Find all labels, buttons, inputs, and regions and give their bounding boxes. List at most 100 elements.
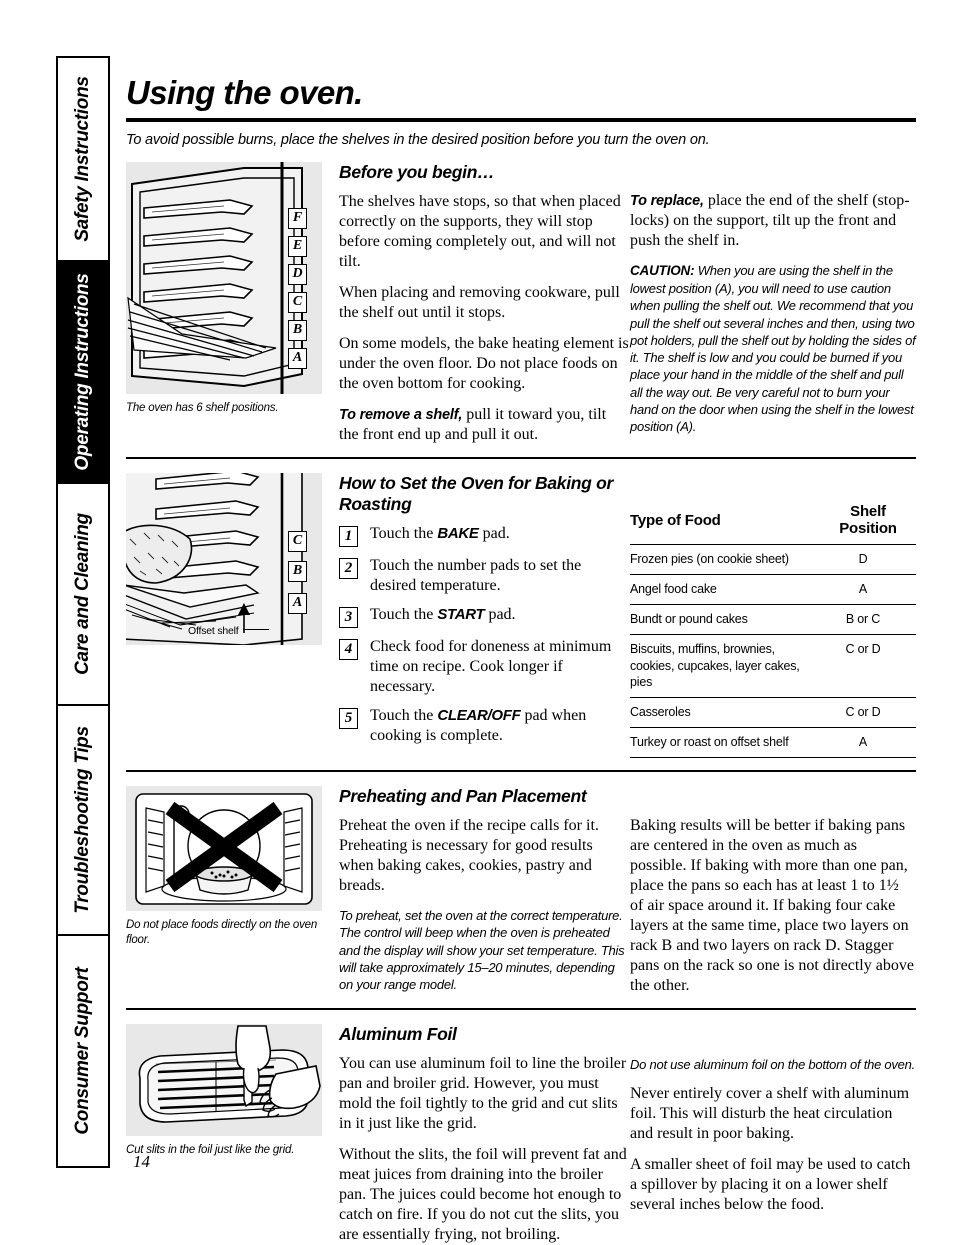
shelf-letter-a: A xyxy=(288,348,307,369)
shelf-position-table: Type of Food Shelf Position Frozen pies … xyxy=(630,503,916,758)
sidebar-item-label: Troubleshooting Tips xyxy=(72,726,93,914)
sidebar-item-operating-instructions[interactable]: Operating Instructions xyxy=(58,262,108,484)
step-number: 3 xyxy=(339,607,358,628)
page-title: Using the oven. xyxy=(126,74,363,111)
sidebar-item-safety-instructions[interactable]: Safety Instructions xyxy=(58,58,108,262)
shelf-position-table-column: Type of Food Shelf Position Frozen pies … xyxy=(629,473,916,758)
lead-in-remove-a-shelf: To remove a shelf, xyxy=(339,407,463,423)
page-content: Using the oven. To avoid possible burns,… xyxy=(126,56,916,1245)
list-item: 4 Check food for doneness at minimum tim… xyxy=(339,637,629,697)
section-aluminum-foil: Cut slits in the foil just like the grid… xyxy=(126,1010,916,1245)
oven-shelf-positions-illustration: F E D C B A xyxy=(126,162,322,394)
paragraph: Preheat the oven if the recipe calls for… xyxy=(339,817,599,894)
cell-position: A xyxy=(820,574,916,605)
paragraph-remove-shelf: To remove a shelf, pull it toward you, t… xyxy=(339,405,629,445)
page-intro-text: To avoid possible burns, place the shelv… xyxy=(126,132,710,148)
cell-position: C or D xyxy=(820,634,916,699)
page-number: 14 xyxy=(133,1152,150,1171)
aluminum-foil-right-column: Do not use aluminum foil on the bottom o… xyxy=(629,1024,916,1245)
figure-broiler-foil: Cut slits in the foil just like the grid… xyxy=(126,1024,322,1158)
paragraph: A smaller sheet of foil may be used to c… xyxy=(630,1156,911,1214)
section-heading: Before you begin… xyxy=(339,162,495,182)
paragraph-to-replace: To replace, place the end of the shelf (… xyxy=(630,191,916,251)
shelf-letter-c: C xyxy=(288,531,307,552)
paragraph: Never entirely cover a shelf with alumin… xyxy=(630,1085,910,1143)
cell-food: Angel food cake xyxy=(630,574,820,605)
list-item: 3 Touch the START pad. xyxy=(339,605,629,628)
sidebar-item-consumer-support[interactable]: Consumer Support xyxy=(58,936,108,1166)
before-you-begin-right-column: To replace, place the end of the shelf (… xyxy=(629,162,916,445)
cut-slits-in-foil-illustration xyxy=(126,1024,322,1136)
step-text: Touch the CLEAR/OFF pad when cooking is … xyxy=(370,707,587,744)
step-number: 5 xyxy=(339,708,358,729)
section-preheating: Do not place foods directly on the oven … xyxy=(126,772,916,996)
list-item: 2 Touch the number pads to set the desir… xyxy=(339,556,629,596)
table-row: Bundt or pound cakes B or C xyxy=(630,604,916,635)
baking-steps-column: How to Set the Oven for Baking or Roasti… xyxy=(339,473,629,758)
cell-position: B or C xyxy=(820,604,916,635)
offset-shelf-drawing xyxy=(126,473,322,645)
table-row: Casseroles C or D xyxy=(630,697,916,729)
paragraph: Baking results will be better if baking … xyxy=(630,817,914,994)
table-row: Frozen pies (on cookie sheet) D xyxy=(630,544,916,575)
paragraph: The shelves have stops, so that when pla… xyxy=(339,193,621,270)
cell-food: Frozen pies (on cookie sheet) xyxy=(630,544,820,575)
step-number: 1 xyxy=(339,526,358,547)
cell-food: Casseroles xyxy=(630,697,820,729)
table-header-row: Type of Food Shelf Position xyxy=(630,503,916,545)
offset-shelf-annotation: Offset shelf xyxy=(188,625,269,637)
sidebar-item-care-and-cleaning[interactable]: Care and Cleaning xyxy=(58,484,108,706)
shelf-letter-b: B xyxy=(288,561,307,582)
cell-food: Biscuits, muffins, brownies, cookies, cu… xyxy=(630,634,820,699)
figure-caption: Cut slits in the foil just like the grid… xyxy=(126,1144,295,1156)
table-row: Angel food cake A xyxy=(630,574,916,605)
sidebar-item-label: Consumer Support xyxy=(72,967,93,1135)
cell-food: Bundt or pound cakes xyxy=(630,604,820,635)
cell-position: C or D xyxy=(820,697,916,729)
list-item: 1 Touch the BAKE pad. xyxy=(339,524,629,547)
note-paragraph: Do not use aluminum foil on the bottom o… xyxy=(630,1057,915,1072)
title-rule xyxy=(126,118,916,122)
caution-text: When you are using the shelf in the lowe… xyxy=(630,263,916,435)
table-row: Biscuits, muffins, brownies, cookies, cu… xyxy=(630,634,916,699)
broiler-pan-drawing xyxy=(126,1024,322,1136)
section-before-you-begin: F E D C B A The oven has 6 shelf positio… xyxy=(126,148,916,445)
cell-position: D xyxy=(820,544,916,575)
do-not-place-food-on-floor-illustration xyxy=(126,786,322,911)
section-baking-roasting: C B A Offset shelf How to Set the Oven f… xyxy=(126,459,916,758)
oven-floor-warning-drawing xyxy=(126,786,322,911)
section-heading: Preheating and Pan Placement xyxy=(339,786,587,806)
shelf-letter-f: F xyxy=(288,208,307,229)
paragraph: Without the slits, the foil will prevent… xyxy=(339,1146,627,1243)
cell-food: Turkey or roast on offset shelf xyxy=(630,727,820,758)
sidebar-item-label: Operating Instructions xyxy=(72,273,93,471)
caution-label: CAUTION: xyxy=(630,263,695,278)
sidebar-item-label: Care and Cleaning xyxy=(72,513,93,675)
step-number: 2 xyxy=(339,558,358,579)
pad-name: BAKE xyxy=(437,525,479,542)
step-text: Touch the BAKE pad. xyxy=(370,525,510,542)
step-text: Check food for doneness at minimum time … xyxy=(370,638,612,695)
paragraph: When placing and removing cookware, pull… xyxy=(339,284,620,321)
paragraph: On some models, the bake heating element… xyxy=(339,335,629,392)
sidebar-item-troubleshooting-tips[interactable]: Troubleshooting Tips xyxy=(58,706,108,936)
pad-name: CLEAR/OFF xyxy=(437,707,521,724)
paragraph: You can use aluminum foil to line the br… xyxy=(339,1055,627,1132)
shelf-letter-e: E xyxy=(288,236,307,257)
shelf-letter-a: A xyxy=(288,593,307,614)
figure-shelf-positions: F E D C B A The oven has 6 shelf positio… xyxy=(126,162,322,416)
aluminum-foil-left-column: Aluminum Foil You can use aluminum foil … xyxy=(339,1024,629,1245)
caution-block: CAUTION: When you are using the shelf in… xyxy=(630,262,916,435)
step-text: Touch the START pad. xyxy=(370,606,516,623)
lead-in-to-replace: To replace, xyxy=(630,193,704,209)
before-you-begin-left-column: Before you begin… The shelves have stops… xyxy=(339,162,629,445)
baking-steps-list: 1 Touch the BAKE pad. 2 Touch the number… xyxy=(339,524,629,746)
preheating-right-column: Baking results will be better if baking … xyxy=(629,786,916,996)
chapter-tab-rail: Safety Instructions Operating Instructio… xyxy=(56,56,110,1168)
figure-oven-floor: Do not place foods directly on the oven … xyxy=(126,786,322,948)
shelf-letter-c: C xyxy=(288,292,307,313)
figure-caption: Do not place foods directly on the oven … xyxy=(126,919,318,946)
pad-name: START xyxy=(437,606,485,623)
column-header-type-of-food: Type of Food xyxy=(630,503,820,545)
figure-offset-shelf: C B A Offset shelf xyxy=(126,473,322,645)
